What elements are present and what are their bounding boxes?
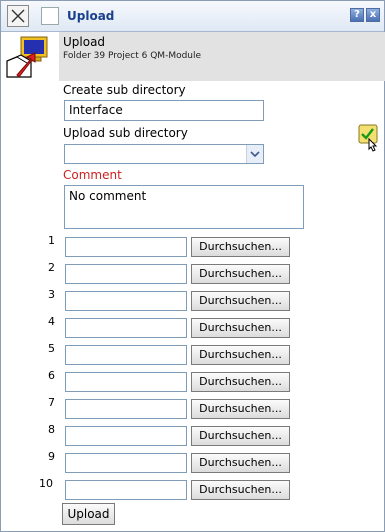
file-path-input[interactable] (65, 399, 187, 419)
file-row-number: 7 (48, 396, 55, 409)
file-path-input[interactable] (65, 426, 187, 446)
browse-button[interactable]: Durchsuchen... (191, 453, 290, 473)
header-subtitle: Folder 39 Project 6 QM-Module (63, 51, 202, 61)
browse-button[interactable]: Durchsuchen... (191, 426, 290, 446)
browse-button[interactable]: Durchsuchen... (191, 237, 290, 257)
help-button[interactable]: ? (350, 8, 364, 22)
browse-button[interactable]: Durchsuchen... (191, 291, 290, 311)
upload-window: Upload ? x Upload Folder 39 Project 6 QM… (0, 0, 385, 532)
file-path-input[interactable] (65, 372, 187, 392)
create-subdir-label: Create sub directory (63, 83, 186, 97)
file-row-number: 6 (48, 369, 55, 382)
window-title: Upload (67, 9, 115, 23)
comment-label: Comment (63, 168, 122, 182)
file-path-input[interactable] (65, 237, 187, 257)
file-row-number: 10 (39, 477, 53, 490)
file-row-number: 5 (48, 342, 55, 355)
file-path-input[interactable] (65, 264, 187, 284)
file-row-number: 9 (48, 450, 55, 463)
create-subdir-value: Interface (69, 103, 123, 117)
file-row-number: 8 (48, 423, 55, 436)
upload-subdir-label: Upload sub directory (63, 126, 188, 140)
file-path-input[interactable] (65, 291, 187, 311)
chevron-down-icon[interactable] (246, 145, 263, 163)
create-subdir-input[interactable]: Interface (64, 100, 264, 121)
file-path-input[interactable] (65, 480, 187, 500)
title-bar: Upload ? x (1, 1, 384, 32)
select-checkbox[interactable] (41, 7, 59, 25)
browse-button[interactable]: Durchsuchen... (191, 399, 290, 419)
header-title: Upload (63, 35, 106, 49)
browse-button[interactable]: Durchsuchen... (191, 264, 290, 284)
browse-button[interactable]: Durchsuchen... (191, 345, 290, 365)
computer-upload-icon (5, 35, 51, 84)
file-path-input[interactable] (65, 318, 187, 338)
comment-textarea[interactable]: No comment (64, 185, 304, 229)
close-window-icon[interactable] (7, 5, 29, 27)
close-button[interactable]: x (366, 8, 380, 22)
confirm-check-icon[interactable] (358, 124, 382, 155)
browse-button[interactable]: Durchsuchen... (191, 372, 290, 392)
browse-button[interactable]: Durchsuchen... (191, 480, 290, 500)
file-row-number: 3 (48, 288, 55, 301)
file-row-number: 1 (48, 234, 55, 247)
file-path-input[interactable] (65, 453, 187, 473)
browse-button[interactable]: Durchsuchen... (191, 318, 290, 338)
file-row-number: 2 (48, 261, 55, 274)
comment-value: No comment (69, 189, 147, 203)
file-path-input[interactable] (65, 345, 187, 365)
upload-subdir-select[interactable] (64, 144, 264, 164)
upload-button[interactable]: Upload (62, 503, 115, 525)
file-row-number: 4 (48, 315, 55, 328)
